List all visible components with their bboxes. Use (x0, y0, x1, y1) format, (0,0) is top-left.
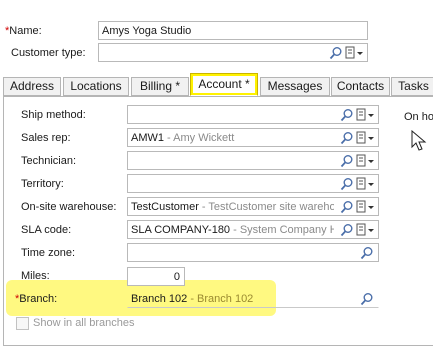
right-panel-text: On ho (404, 111, 433, 123)
field-picker-icon[interactable] (356, 177, 376, 191)
miles-field[interactable]: 0 (127, 267, 185, 286)
sla-code-desc: - System Company Hours (233, 224, 334, 236)
branch-field[interactable]: Branch 102 - Branch 102 (127, 289, 379, 308)
sales-rep-code: AMW1 (131, 132, 164, 144)
search-icon[interactable] (360, 246, 374, 260)
search-icon[interactable] (340, 154, 354, 168)
customer-type-label: Customer type: (11, 47, 86, 59)
search-icon[interactable] (340, 200, 354, 214)
territory-label: Territory: (21, 178, 64, 190)
search-icon[interactable] (360, 292, 374, 306)
branch-desc: - Branch 102 (187, 293, 254, 305)
time-zone-field[interactable] (127, 243, 379, 262)
field-picker-icon[interactable] (345, 46, 365, 60)
search-icon[interactable] (340, 108, 354, 122)
customer-type-field[interactable] (98, 43, 368, 62)
tab-contacts[interactable]: Contacts (331, 77, 390, 96)
field-picker-icon[interactable] (356, 200, 376, 214)
branch-code: Branch 102 (131, 293, 188, 305)
show-all-branches-label: Show in all branches (33, 317, 135, 329)
field-picker-icon[interactable] (356, 154, 376, 168)
territory-field[interactable] (127, 174, 379, 193)
ship-method-field[interactable] (127, 105, 379, 124)
show-all-branches-checkbox[interactable] (16, 317, 29, 330)
ship-method-label: Ship method: (21, 109, 86, 121)
tab-messages[interactable]: Messages (260, 77, 330, 96)
branch-label: *Branch: (15, 293, 58, 305)
miles-value: 0 (173, 271, 180, 283)
tab-account[interactable]: Account * (190, 73, 258, 96)
sales-rep-field[interactable]: AMW1 - Amy Wickett (127, 128, 379, 147)
mouse-pointer-icon (411, 130, 427, 151)
search-icon[interactable] (329, 46, 343, 60)
field-picker-icon[interactable] (356, 131, 376, 145)
tab-locations[interactable]: Locations (63, 77, 129, 96)
tab-billing[interactable]: Billing * (131, 77, 189, 96)
sla-code-field[interactable]: SLA COMPANY-180 - System Company Hours (127, 220, 379, 239)
onsite-warehouse-label: On-site warehouse: (21, 201, 117, 213)
name-label: *Name: (5, 25, 42, 37)
tab-tasks[interactable]: Tasks (391, 77, 433, 96)
search-icon[interactable] (340, 131, 354, 145)
technician-field[interactable] (127, 151, 379, 170)
time-zone-label: Time zone: (21, 247, 76, 259)
field-picker-icon[interactable] (356, 223, 376, 237)
search-icon[interactable] (340, 177, 354, 191)
sales-rep-label: Sales rep: (21, 132, 71, 144)
sla-code-label: SLA code: (21, 224, 72, 236)
field-picker-icon[interactable] (356, 108, 376, 122)
technician-label: Technician: (21, 155, 77, 167)
sales-rep-desc: - Amy Wickett (164, 132, 235, 144)
name-field[interactable]: Amys Yoga Studio (98, 21, 368, 40)
name-value: Amys Yoga Studio (102, 25, 192, 37)
miles-label: Miles: (21, 270, 50, 282)
tab-address[interactable]: Address (3, 77, 61, 96)
sla-code-code: SLA COMPANY-180 (131, 224, 231, 236)
onsite-warehouse-field[interactable]: TestCustomer - TestCustomer site warehou… (127, 197, 379, 216)
tab-bar: Address Locations Billing * Account * Me… (3, 73, 433, 97)
search-icon[interactable] (340, 223, 354, 237)
onsite-warehouse-desc: - TestCustomer site warehouse (201, 201, 334, 213)
onsite-warehouse-code: TestCustomer (131, 201, 199, 213)
